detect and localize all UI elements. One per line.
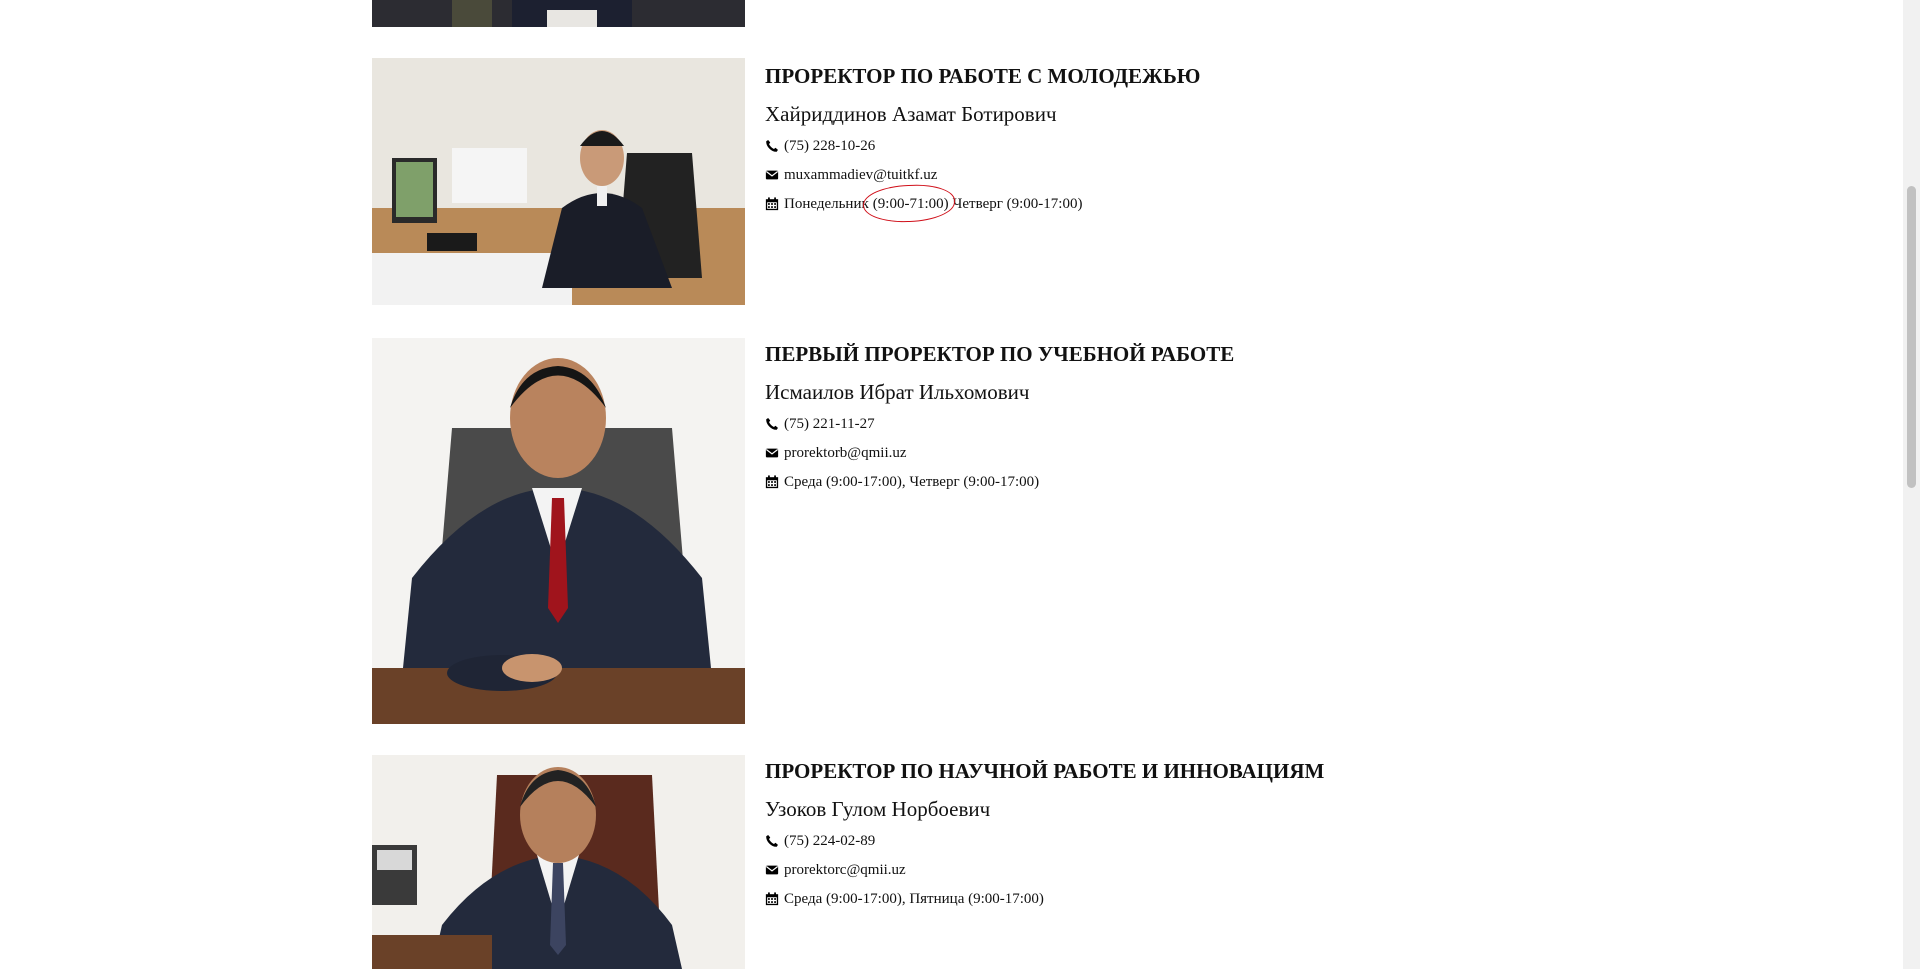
schedule-line: Среда (9:00-17:00), Пятница (9:00-17:00) xyxy=(765,888,1324,910)
schedule-rest: Четверг (9:00-17:00) xyxy=(952,196,1083,212)
email-address[interactable]: prorektorc@qmii.uz xyxy=(784,859,906,881)
person-name: Узоков Гулом Норбоевич xyxy=(765,797,991,821)
phone-icon xyxy=(765,834,779,848)
person-name: Хайриддинов Азамат Ботирович xyxy=(765,102,1057,126)
phone-icon xyxy=(765,139,779,153)
phone-number: (75) 228-10-26 xyxy=(784,138,876,154)
schedule-text: Среда (9:00-17:00), Пятница (9:00-17:00) xyxy=(784,891,1044,907)
photo-science-prorector xyxy=(372,755,745,969)
position-title: ПЕРВЫЙ ПРОРЕКТОР ПО УЧЕБНОЙ РАБОТЕ xyxy=(765,342,1235,366)
phone-line: (75) 228-10-26 xyxy=(765,135,1200,157)
card-science-prorector: ПРОРЕКТОР ПО НАУЧНОЙ РАБОТЕ И ИННОВАЦИЯМ… xyxy=(765,757,1324,917)
circled-schedule-time: (9:00-71:00) xyxy=(873,193,949,215)
envelope-icon xyxy=(765,168,779,182)
photo-previous xyxy=(372,0,745,27)
position-title: ПРОРЕКТОР ПО НАУЧНОЙ РАБОТЕ И ИННОВАЦИЯМ xyxy=(765,759,1325,783)
phone-icon xyxy=(765,417,779,431)
calendar-icon xyxy=(765,197,779,211)
phone-line: (75) 224-02-89 xyxy=(765,830,1324,852)
person-name: Исмаилов Ибрат Ильхомович xyxy=(765,380,1030,404)
email-line: muxammadiev@tuitkf.uz xyxy=(765,164,1200,186)
calendar-icon xyxy=(765,892,779,906)
envelope-icon xyxy=(765,863,779,877)
vertical-scrollbar[interactable] xyxy=(1903,0,1920,969)
email-address[interactable]: prorektorb@qmii.uz xyxy=(784,442,907,464)
photo-first-prorector xyxy=(372,338,745,724)
phone-line: (75) 221-11-27 xyxy=(765,413,1234,435)
position-title: ПРОРЕКТОР ПО РАБОТЕ С МОЛОДЕЖЬЮ xyxy=(765,64,1201,88)
email-address[interactable]: muxammadiev@tuitkf.uz xyxy=(784,164,937,186)
photo-youth-prorector xyxy=(372,58,745,305)
calendar-icon xyxy=(765,475,779,489)
schedule-line: Среда (9:00-17:00), Четверг (9:00-17:00) xyxy=(765,471,1234,493)
card-youth-prorector: ПРОРЕКТОР ПО РАБОТЕ С МОЛОДЕЖЬЮ Хайридди… xyxy=(765,62,1200,222)
phone-number: (75) 224-02-89 xyxy=(784,833,876,849)
email-line: prorektorb@qmii.uz xyxy=(765,442,1234,464)
card-first-prorector: ПЕРВЫЙ ПРОРЕКТОР ПО УЧЕБНОЙ РАБОТЕ Исмаи… xyxy=(765,340,1234,500)
scrollbar-thumb[interactable] xyxy=(1907,186,1916,488)
schedule-text: Среда (9:00-17:00), Четверг (9:00-17:00) xyxy=(784,474,1040,490)
schedule-line: Понедельник (9:00-71:00) Четверг (9:00-1… xyxy=(765,193,1200,215)
schedule-day: Понедельник xyxy=(784,196,869,212)
envelope-icon xyxy=(765,446,779,460)
email-line: prorektorc@qmii.uz xyxy=(765,859,1324,881)
phone-number: (75) 221-11-27 xyxy=(784,416,875,432)
